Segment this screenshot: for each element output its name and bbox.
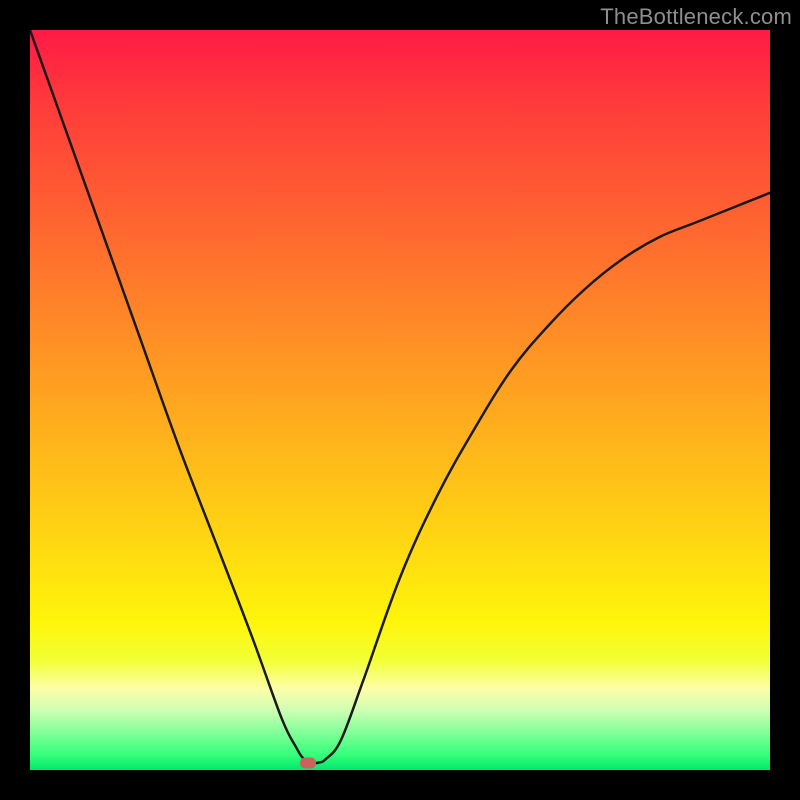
bottleneck-curve-path	[30, 30, 770, 763]
watermark-text: TheBottleneck.com	[600, 4, 792, 30]
optimal-point-marker	[300, 757, 316, 768]
curve-svg	[30, 30, 770, 770]
chart-stage: TheBottleneck.com	[0, 0, 800, 800]
plot-area	[30, 30, 770, 770]
